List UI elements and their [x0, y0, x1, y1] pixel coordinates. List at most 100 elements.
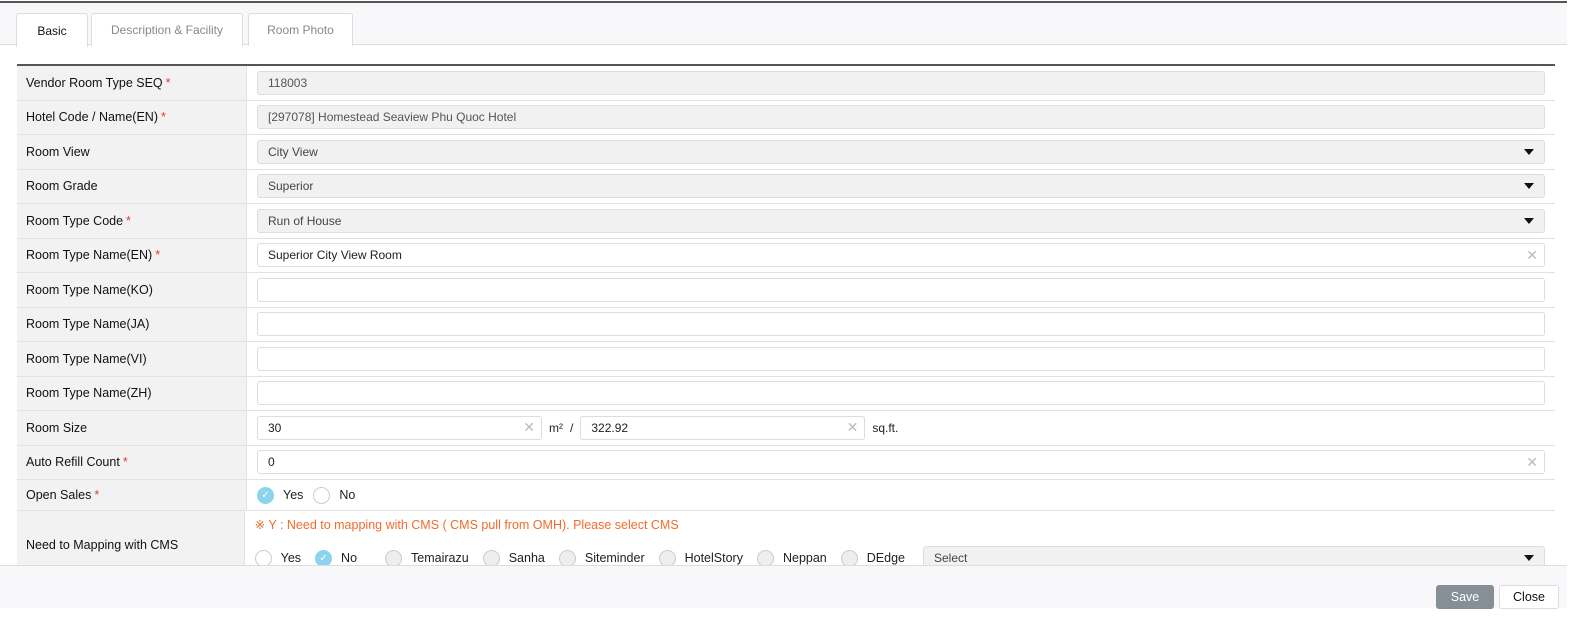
label-text: Open Sales: [26, 488, 92, 502]
row-auto-refill: Auto Refill Count * 0 ✕: [17, 445, 1555, 480]
name-ko-input[interactable]: [257, 277, 1545, 302]
cms-dedge-radio[interactable]: [840, 549, 858, 567]
name-ja-input[interactable]: [257, 312, 1545, 337]
required-mark: *: [94, 488, 100, 502]
row-open-sales: Open Sales * ✓ Yes No: [17, 480, 1555, 511]
row-hotel: Hotel Code / Name(EN) * [297078] Homestea…: [17, 100, 1555, 135]
cms-hotelstory-radio[interactable]: [658, 549, 676, 567]
cms-yes-radio[interactable]: [254, 549, 272, 567]
label: Hotel Code / Name(EN) *: [17, 100, 247, 134]
select-value: Superior: [268, 179, 314, 194]
cms-temairazu-radio[interactable]: [385, 549, 403, 567]
label-text: Auto Refill Count: [26, 455, 120, 470]
cms-sanha-radio[interactable]: [482, 549, 500, 567]
radio-label: Sanha: [508, 551, 545, 565]
tab-room-photo[interactable]: Room Photo: [248, 13, 353, 46]
radio-label: Yes: [283, 488, 304, 502]
label: Auto Refill Count *: [17, 445, 247, 479]
caret-down-icon: [1524, 183, 1534, 190]
room-size-sqft-input[interactable]: 322.92 ✕: [580, 415, 866, 440]
row-name-zh: Room Type Name(ZH): [17, 376, 1555, 411]
unit-separator: /: [570, 420, 574, 435]
label: Vendor Room Type SEQ *: [17, 66, 247, 100]
open-sales-yes-radio[interactable]: ✓: [257, 486, 274, 504]
label-text: Room Size: [26, 420, 88, 435]
label-text: Room Type Name(ZH): [26, 386, 152, 401]
label: Room Type Code *: [17, 204, 247, 238]
radio-label: Temairazu: [411, 551, 469, 565]
open-sales-no-radio[interactable]: [313, 486, 331, 504]
label-text: Room Type Name(EN): [26, 248, 153, 263]
label-text: Hotel Code / Name(EN): [26, 110, 158, 125]
required-mark: *: [126, 213, 131, 228]
label: Room Type Name(EN) *: [17, 238, 247, 272]
label: Room Size: [17, 411, 247, 445]
label: Room Type Name(VI): [17, 342, 247, 376]
required-mark: *: [155, 248, 161, 263]
radio-label: Yes: [280, 551, 302, 565]
clear-icon[interactable]: ✕: [523, 419, 535, 436]
label-text: Vendor Room Type SEQ: [26, 75, 163, 90]
label: Room Type Name(ZH): [17, 376, 247, 410]
label-text: Room Type Name(KO): [26, 282, 153, 297]
label-text: Room Grade: [26, 179, 98, 194]
close-button[interactable]: Close: [1499, 585, 1559, 609]
auto-refill-input[interactable]: 0 ✕: [257, 450, 1545, 475]
room-view-select[interactable]: City View: [257, 139, 1545, 164]
caret-down-icon: [1524, 217, 1534, 224]
room-size-m2-input[interactable]: 30 ✕: [257, 415, 542, 440]
label-text: Room Type Name(VI): [26, 351, 147, 366]
radio-label: No: [339, 488, 356, 502]
select-value: Run of House: [268, 213, 342, 228]
cms-neppan-radio[interactable]: [756, 549, 774, 567]
room-grade-select[interactable]: Superior: [257, 174, 1545, 199]
name-en-input[interactable]: Superior City View Room ✕: [257, 243, 1545, 268]
label-text: Room View: [26, 144, 90, 159]
cms-no-radio[interactable]: ✓: [315, 549, 333, 567]
row-name-ja: Room Type Name(JA): [17, 307, 1555, 342]
input-value: 322.92: [591, 420, 629, 435]
seq-field: 118003: [257, 70, 1545, 95]
cms-note: ※ Y : Need to mapping with CMS ( CMS pul…: [254, 518, 679, 532]
name-zh-input[interactable]: [257, 381, 1545, 406]
input-value: 0: [268, 455, 275, 470]
row-name-en: Room Type Name(EN) * Superior City View R…: [17, 238, 1555, 273]
row-cms: Need to Mapping with CMS ※ Y : Need to m…: [17, 511, 1555, 571]
row-room-type-code: Room Type Code * Run of House: [17, 204, 1555, 239]
label-text: Need to Mapping with CMS: [26, 538, 179, 552]
clear-icon[interactable]: ✕: [847, 419, 859, 436]
m2-unit: m²: [549, 420, 563, 435]
room-type-code-select[interactable]: Run of House: [257, 208, 1545, 233]
caret-down-icon: [1524, 555, 1534, 561]
row-room-grade: Room Grade Superior: [17, 169, 1555, 204]
sqft-unit: sq.ft.: [872, 420, 899, 435]
label-text: Room Type Code: [26, 213, 124, 228]
radio-label: DEdge: [866, 551, 905, 565]
label: Open Sales *: [17, 480, 247, 510]
save-button[interactable]: Save: [1436, 585, 1494, 609]
label: Need to Mapping with CMS: [17, 511, 245, 571]
clear-icon[interactable]: ✕: [1526, 247, 1538, 264]
select-value: City View: [268, 144, 318, 159]
radio-label: Siteminder: [584, 551, 645, 565]
input-value: 30: [268, 420, 282, 435]
row-name-vi: Room Type Name(VI): [17, 342, 1555, 377]
caret-down-icon: [1524, 148, 1534, 155]
label: Room View: [17, 135, 247, 169]
required-mark: *: [165, 75, 171, 90]
label: Room Grade: [17, 169, 247, 203]
select-value: Select: [934, 551, 968, 565]
tab-basic[interactable]: Basic: [16, 13, 88, 47]
radio-label: HotelStory: [684, 551, 743, 565]
label: Room Type Name(JA): [17, 307, 247, 341]
radio-label: No: [341, 551, 358, 565]
required-mark: *: [122, 455, 128, 470]
cms-siteminder-radio[interactable]: [558, 549, 576, 567]
input-value: Superior City View Room: [268, 248, 402, 263]
label-text: Room Type Name(JA): [26, 317, 150, 332]
radio-label: Neppan: [782, 551, 827, 565]
clear-icon[interactable]: ✕: [1526, 454, 1538, 471]
tab-description-facility[interactable]: Description & Facility: [91, 13, 243, 46]
name-vi-input[interactable]: [257, 346, 1545, 371]
label: Room Type Name(KO): [17, 273, 247, 307]
